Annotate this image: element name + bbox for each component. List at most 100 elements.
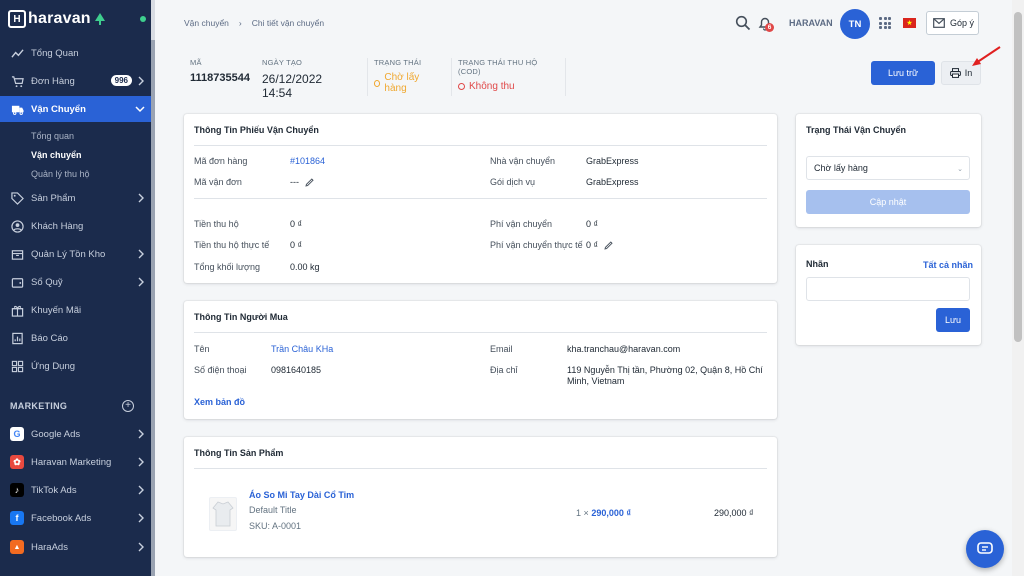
product-sku: SKU: A-0001 xyxy=(249,521,302,531)
sidebar-item-haravan-marketing[interactable]: ✿ Haravan Marketing xyxy=(0,450,151,474)
fee-actual-value-row: 0 ₫ xyxy=(586,240,613,250)
notification-bell[interactable]: 6 xyxy=(757,15,775,33)
buyer-name-link[interactable]: Trần Châu KHa xyxy=(271,344,333,354)
sidebar-item-facebook-ads[interactable]: f Facebook Ads xyxy=(0,506,151,530)
app-grid-icon[interactable] xyxy=(879,17,891,29)
sidebar-item-label: Google Ads xyxy=(31,428,81,440)
shipment-code: 1118735544 xyxy=(190,72,250,84)
printer-icon xyxy=(949,68,961,78)
sidebar-item-google-ads[interactable]: G Google Ads xyxy=(0,422,151,446)
search-icon[interactable] xyxy=(735,15,751,31)
card-title: Thông Tin Người Mua xyxy=(194,312,288,322)
box-icon xyxy=(10,247,24,261)
breadcrumb-current: Chi tiết vận chuyển xyxy=(251,18,325,28)
user-icon xyxy=(10,219,24,233)
store-name[interactable]: HARAVAN xyxy=(789,18,833,28)
sidebar-item-label: Vận Chuyển xyxy=(31,103,86,115)
chevron-down-icon xyxy=(135,106,145,113)
logo-text: haravan xyxy=(28,10,91,27)
sidebar: H haravan Tổng Quan Đơn Hàng 996 Vận Chu… xyxy=(0,0,151,576)
product-name-link[interactable]: Áo So Mi Tay Dài Cổ Tim xyxy=(249,490,354,500)
buyer-name-label: Tên xyxy=(194,344,210,354)
all-labels-link[interactable]: Tất cả nhãn xyxy=(923,260,973,270)
cod-status-text: Không thu xyxy=(469,81,515,92)
sub-item-shipping-overview[interactable]: Tổng quan xyxy=(31,131,74,141)
edit-fee-icon[interactable] xyxy=(604,241,613,250)
fee-value: 0 ₫ xyxy=(586,219,599,229)
label-input[interactable] xyxy=(806,277,970,301)
card-title: Thông Tin Phiếu Vận Chuyển xyxy=(194,125,319,135)
sub-item-cod-management[interactable]: Quản lý thu hộ xyxy=(31,169,90,179)
order-code-label: Mã đơn hàng xyxy=(194,156,248,166)
chevron-right-icon xyxy=(138,249,144,259)
created-date: 26/12/2022 14:54 xyxy=(262,72,323,100)
service-value: GrabExpress xyxy=(586,177,639,187)
chat-button[interactable] xyxy=(966,530,1004,568)
edit-waybill-icon[interactable] xyxy=(305,178,314,187)
vietnam-flag-icon[interactable]: ★ xyxy=(903,18,916,28)
truck-icon xyxy=(10,102,24,116)
marketing-section-title: MARKETING xyxy=(10,401,68,411)
carrier-value: GrabExpress xyxy=(586,156,639,166)
sidebar-item-inventory[interactable]: Quản Lý Tồn Kho xyxy=(0,242,151,266)
sidebar-item-label: HaraAds xyxy=(31,541,68,553)
sidebar-item-haraads[interactable]: ▲ HaraAds xyxy=(0,535,151,559)
sidebar-scrollbar-thumb[interactable] xyxy=(151,40,155,576)
sidebar-item-label: Khuyến Mãi xyxy=(31,304,82,316)
update-status-button[interactable]: Cập nhật xyxy=(806,190,970,214)
breadcrumb-shipping-link[interactable]: Vận chuyển xyxy=(184,18,229,28)
shipping-status-panel: Trạng Thái Vận Chuyển Chờ lấy hàng ⌄ Cập… xyxy=(796,114,981,227)
cod-status-label: TRẠNG THÁI THU HỘ (COD) xyxy=(458,58,538,76)
times-sign: × xyxy=(583,508,589,518)
avatar[interactable]: TN xyxy=(840,9,870,39)
sidebar-item-shipping[interactable]: Vận Chuyển xyxy=(0,96,151,122)
product-line-total: 290,000 ₫ xyxy=(714,508,754,518)
no-cod-status-dot xyxy=(458,83,465,90)
product-unit-price: 290,000 ₫ xyxy=(591,508,631,518)
cod-status-badge: Không thu xyxy=(458,81,551,92)
sidebar-item-label: TikTok Ads xyxy=(31,484,77,496)
sidebar-item-products[interactable]: Sản Phẩm xyxy=(0,186,151,210)
gift-icon xyxy=(10,303,24,317)
cod-value: 0 ₫ xyxy=(290,219,303,229)
product-qty: 1 xyxy=(576,508,582,518)
sidebar-item-apps[interactable]: Ứng Dụng xyxy=(0,354,151,378)
weight-value: 0.00 kg xyxy=(290,262,320,272)
sidebar-item-cashbook[interactable]: Sổ Quỹ xyxy=(0,270,151,294)
cart-icon xyxy=(10,74,24,88)
view-map-link[interactable]: Xem bản đồ xyxy=(194,397,245,407)
sidebar-item-overview[interactable]: Tổng Quan xyxy=(0,41,151,65)
wallet-icon xyxy=(10,275,24,289)
phone-value: 0981640185 xyxy=(271,365,322,375)
address-label: Địa chỉ xyxy=(490,365,518,375)
add-marketing-channel-button[interactable]: + xyxy=(122,400,134,412)
chevron-right-icon xyxy=(138,542,144,552)
sub-item-shipping[interactable]: Vận chuyển xyxy=(31,150,82,160)
red-arrow-annotation xyxy=(972,46,1001,66)
archive-button[interactable]: Lưu trữ xyxy=(871,61,935,85)
waybill-value-row: --- xyxy=(290,177,314,187)
breadcrumb: Vận chuyển › Chi tiết vận chuyển xyxy=(184,18,324,28)
sidebar-item-reports[interactable]: Báo Cáo xyxy=(0,326,151,350)
sidebar-item-tiktok-ads[interactable]: ♪ TikTok Ads xyxy=(0,478,151,502)
sidebar-item-promotions[interactable]: Khuyến Mãi xyxy=(0,298,151,322)
status-label: TRẠNG THÁI xyxy=(374,58,422,67)
sidebar-item-label: Facebook Ads xyxy=(31,512,92,524)
chat-icon xyxy=(977,542,993,554)
service-label: Gói dịch vụ xyxy=(490,177,536,187)
sidebar-item-customers[interactable]: Khách Hàng xyxy=(0,214,151,238)
waybill-value: --- xyxy=(290,177,299,187)
shipping-status-select[interactable]: Chờ lấy hàng ⌄ xyxy=(806,156,970,180)
product-thumbnail[interactable] xyxy=(209,497,237,531)
chevron-right-icon xyxy=(138,485,144,495)
haravan-logo[interactable]: H haravan xyxy=(8,9,107,29)
sidebar-item-orders[interactable]: Đơn Hàng 996 xyxy=(0,69,151,93)
selected-status: Chờ lấy hàng xyxy=(814,163,868,173)
feedback-button[interactable]: Góp ý xyxy=(926,11,979,35)
order-code-link[interactable]: #101864 xyxy=(290,156,325,166)
print-label: In xyxy=(964,68,973,78)
save-labels-button[interactable]: Lưu xyxy=(936,308,970,332)
page-scrollbar-thumb[interactable] xyxy=(1014,12,1022,342)
carrier-label: Nhà vận chuyển xyxy=(490,156,556,166)
phone-label: Số điện thoại xyxy=(194,365,247,375)
